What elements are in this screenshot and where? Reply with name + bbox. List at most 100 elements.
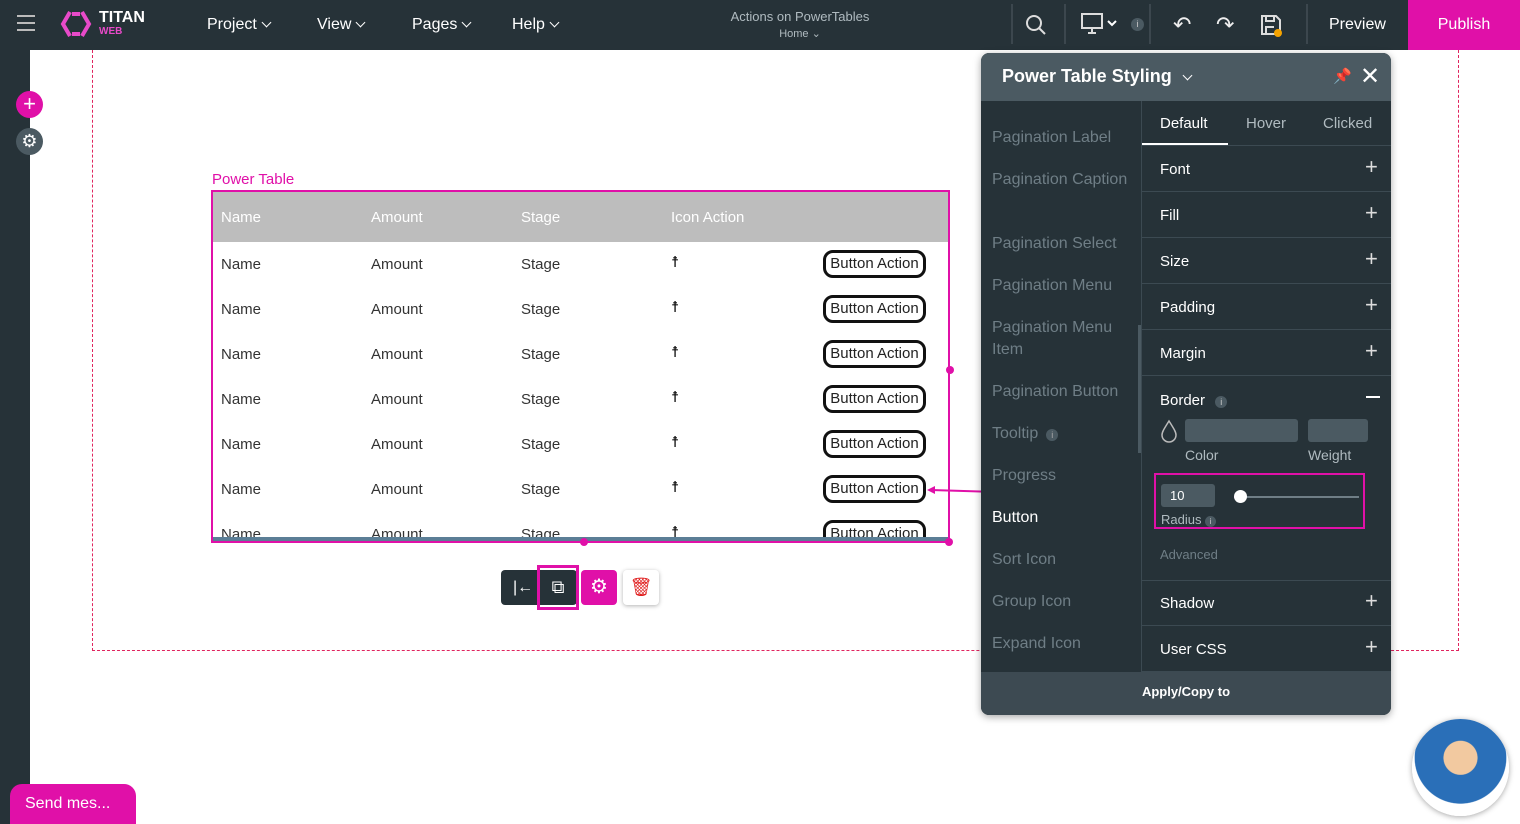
button-action[interactable]: Button Action	[823, 385, 926, 413]
accessibility-person-icon[interactable]: ☨	[671, 433, 679, 451]
element-item[interactable]: Sort Icon	[992, 549, 1132, 571]
section-size[interactable]: Size	[1160, 253, 1189, 270]
tab-default[interactable]: Default	[1160, 115, 1208, 132]
radius-input[interactable]: 10	[1161, 484, 1215, 507]
save-icon[interactable]	[1260, 14, 1284, 38]
resize-handle[interactable]	[946, 366, 954, 374]
menu-project[interactable]: Project	[207, 16, 272, 34]
column-header[interactable]: Stage	[521, 209, 560, 226]
menu-label: View	[317, 16, 352, 33]
advanced-link[interactable]: Advanced	[1160, 547, 1218, 562]
column-header[interactable]: Icon Action	[671, 209, 744, 226]
expand-plus-icon[interactable]: +	[1365, 200, 1378, 226]
chevron-down-icon	[549, 17, 560, 28]
publish-button[interactable]: Publish	[1408, 0, 1520, 50]
chat-send-message-button[interactable]: Send mes...	[10, 784, 136, 824]
element-label: Pagination Button	[992, 383, 1119, 400]
border-weight-input[interactable]	[1308, 419, 1368, 442]
info-icon[interactable]: i	[1046, 429, 1059, 441]
open-external-icon[interactable]: ⧉	[537, 565, 579, 610]
add-element-button[interactable]: +	[16, 91, 43, 118]
element-item[interactable]: Pagination Caption	[992, 169, 1132, 191]
close-icon[interactable]: ✕	[1360, 62, 1380, 91]
settings-gear-icon[interactable]: ⚙	[16, 128, 43, 155]
radius-label-text: Radius	[1161, 512, 1202, 527]
assistant-avatar[interactable]	[1412, 719, 1509, 816]
expand-plus-icon[interactable]: +	[1365, 588, 1378, 614]
info-icon[interactable]: i	[1215, 396, 1228, 408]
expand-plus-icon[interactable]: +	[1365, 292, 1378, 318]
section-fill[interactable]: Fill	[1160, 207, 1179, 224]
preview-button[interactable]: Preview	[1329, 16, 1386, 34]
tab-hover[interactable]: Hover	[1246, 115, 1286, 132]
search-icon[interactable]	[1025, 14, 1047, 36]
table-row[interactable]: Name Amount Stage ☨ Button Action	[213, 467, 948, 512]
chat-label: Send mes...	[25, 795, 111, 812]
element-item[interactable]: Expand Icon	[992, 633, 1132, 655]
column-header[interactable]: Name	[221, 209, 261, 226]
delete-trash-icon[interactable]: 🗑	[623, 570, 659, 605]
expand-plus-icon[interactable]: +	[1365, 154, 1378, 180]
section-margin[interactable]: Margin	[1160, 345, 1206, 362]
page-selector[interactable]: Home ⌄	[700, 27, 900, 40]
accessibility-person-icon[interactable]: ☨	[671, 298, 679, 316]
info-icon[interactable]: i	[1131, 18, 1144, 31]
button-action[interactable]: Button Action	[823, 295, 926, 323]
section-shadow[interactable]: Shadow	[1160, 595, 1214, 612]
resize-handle[interactable]	[945, 538, 953, 546]
info-icon[interactable]: i	[1205, 516, 1217, 527]
table-cell: Amount	[371, 256, 423, 273]
menu-pages[interactable]: Pages	[412, 16, 472, 34]
column-header[interactable]: Amount	[371, 209, 423, 226]
table-row[interactable]: Name Amount Stage ☨ Button Action	[213, 242, 948, 287]
button-action[interactable]: Button Action	[823, 475, 926, 503]
resize-handle[interactable]	[580, 538, 588, 546]
table-row[interactable]: Name Amount Stage ☨ Button Action	[213, 377, 948, 422]
table-row[interactable]: Name Amount Stage ☨ Button Action	[213, 422, 948, 467]
component-settings-button[interactable]: ⚙	[581, 570, 617, 605]
button-action[interactable]: Button Action	[823, 250, 926, 278]
tab-clicked[interactable]: Clicked	[1323, 115, 1372, 132]
radius-slider[interactable]	[1234, 490, 1359, 503]
expand-plus-icon[interactable]: +	[1365, 634, 1378, 660]
table-cell: Name	[221, 301, 262, 318]
section-padding[interactable]: Padding	[1160, 299, 1215, 316]
section-user-css[interactable]: User CSS	[1160, 641, 1227, 658]
element-item[interactable]: Pagination Label	[992, 127, 1132, 149]
expand-plus-icon[interactable]: +	[1365, 338, 1378, 364]
button-action[interactable]: Button Action	[823, 430, 926, 458]
table-row[interactable]: Name Amount Stage ☨ Button Action	[213, 287, 948, 332]
pin-icon[interactable]: 📌	[1333, 67, 1352, 85]
panel-header: Power Table Styling 📌 ✕	[981, 53, 1391, 101]
accessibility-person-icon[interactable]: ☨	[671, 343, 679, 361]
panel-title[interactable]: Power Table Styling	[1002, 66, 1193, 87]
table-row[interactable]: Name Amount Stage ☨ Button Action	[213, 332, 948, 377]
accessibility-person-icon[interactable]: ☨	[671, 388, 679, 406]
hamburger-menu-icon[interactable]	[17, 15, 35, 33]
element-item[interactable]: Tooltip i	[992, 423, 1132, 445]
page-name: Home	[779, 28, 809, 40]
element-item[interactable]: Pagination Select	[992, 233, 1132, 255]
power-table[interactable]: Name Amount Stage Icon Action Name Amount…	[211, 190, 950, 543]
component-label: Power Table	[212, 171, 295, 188]
element-item[interactable]: Progress	[992, 465, 1132, 487]
undo-icon[interactable]: ↶	[1173, 12, 1191, 38]
accessibility-person-icon[interactable]: ☨	[671, 253, 679, 271]
collapse-minus-icon[interactable]	[1366, 396, 1380, 398]
section-border[interactable]: Border i	[1160, 392, 1228, 409]
apply-copy-to-button[interactable]: Apply/Copy to	[981, 672, 1391, 715]
border-color-input[interactable]	[1185, 419, 1298, 442]
redo-icon[interactable]: ↷	[1216, 12, 1234, 38]
element-item[interactable]: Pagination Button	[992, 381, 1132, 403]
section-font[interactable]: Font	[1160, 161, 1190, 178]
button-action[interactable]: Button Action	[823, 340, 926, 368]
menu-view[interactable]: View	[317, 16, 366, 34]
expand-plus-icon[interactable]: +	[1365, 246, 1378, 272]
accessibility-person-icon[interactable]: ☨	[671, 478, 679, 496]
menu-help[interactable]: Help	[512, 16, 560, 34]
element-item[interactable]: Pagination Menu Item	[992, 317, 1132, 361]
element-item[interactable]: Group Icon	[992, 591, 1132, 613]
desktop-device-icon[interactable]	[1081, 13, 1121, 35]
element-item[interactable]: Button	[992, 507, 1132, 529]
element-item[interactable]: Pagination Menu	[992, 275, 1132, 297]
